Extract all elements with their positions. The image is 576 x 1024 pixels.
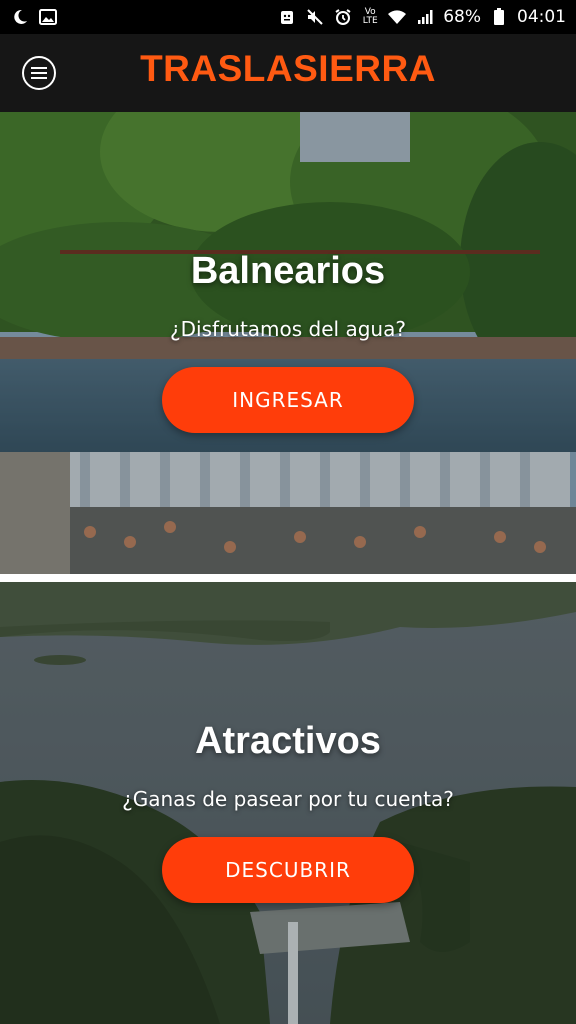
card-title: Balnearios (190, 250, 386, 292)
app-title: TRASLASIERRA (140, 48, 436, 89)
ingresar-button[interactable]: INGRESAR (162, 367, 414, 433)
image-icon (38, 7, 58, 27)
mute-icon (305, 7, 325, 27)
card-balnearios[interactable]: Balnearios ¿Disfrutamos del agua? INGRES… (0, 112, 576, 574)
alarm-icon (333, 7, 353, 27)
app-header: TRASLASIERRA (0, 34, 576, 112)
android-icon (277, 7, 297, 27)
card-subtitle: ¿Ganas de pasear por tu cuenta? (122, 787, 454, 811)
card-subtitle: ¿Disfrutamos del agua? (170, 317, 406, 341)
card-atractivos[interactable]: Atractivos ¿Ganas de pasear por tu cuent… (0, 582, 576, 1024)
card-content: Atractivos ¿Ganas de pasear por tu cuent… (0, 720, 576, 903)
status-bar-left (10, 7, 58, 27)
descubrir-button[interactable]: DESCUBRIR (162, 837, 414, 903)
clock: 04:01 (517, 7, 566, 27)
card-content: Balnearios ¿Disfrutamos del agua? INGRES… (0, 250, 576, 433)
card-divider (0, 574, 576, 582)
network-label: Vo LTE (362, 7, 378, 26)
card-title: Atractivos (195, 720, 381, 762)
signal-icon (415, 7, 435, 27)
status-bar: Vo LTE 68% 04:01 (0, 0, 576, 34)
moon-icon (10, 7, 30, 27)
battery-percent: 68% (443, 7, 481, 27)
wifi-icon (387, 7, 407, 27)
battery-icon (489, 7, 509, 27)
status-bar-right: Vo LTE 68% 04:01 (277, 7, 566, 27)
